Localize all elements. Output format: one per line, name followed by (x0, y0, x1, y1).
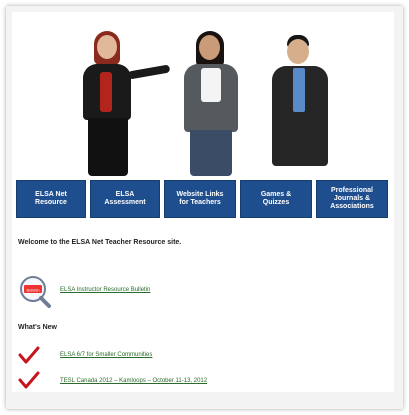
welcome-text: Welcome to the ELSA Net Teacher Resource… (18, 239, 182, 246)
red-checkmark-icon (18, 371, 40, 389)
nav-games-quizzes-button[interactable]: Games & Quizzes (240, 180, 312, 218)
photo-woman-middle (184, 31, 244, 182)
nav-elsa-net-resource-button[interactable]: ELSA Net Resource (16, 180, 86, 218)
photo-man-right (270, 35, 340, 186)
news-item-link[interactable]: TESL Canada 2012 – Kamloops – October 11… (60, 378, 207, 384)
news-item-link[interactable]: ELSA 6/7 for Smaller Communities (60, 352, 152, 358)
svg-text:Bulletin: Bulletin (26, 288, 39, 293)
main-navigation: ELSA Net Resource ELSA Assessment Websit… (12, 180, 394, 220)
red-checkmark-icon (18, 346, 40, 364)
bulletin-link[interactable]: ELSA Instructor Resource Bulletin (60, 287, 150, 293)
whats-new-heading: What's New (18, 324, 58, 331)
header-photos (12, 12, 394, 180)
page-content: ELSA Net Resource ELSA Assessment Websit… (12, 12, 394, 392)
magnifier-bulletin-icon[interactable]: Bulletin (18, 274, 52, 308)
nav-elsa-assessment-button[interactable]: ELSA Assessment (90, 180, 160, 218)
photo-woman-left (80, 31, 180, 182)
nav-professional-journals-button[interactable]: Professional Journals & Associations (316, 180, 388, 218)
nav-website-links-button[interactable]: Website Links for Teachers (164, 180, 236, 218)
